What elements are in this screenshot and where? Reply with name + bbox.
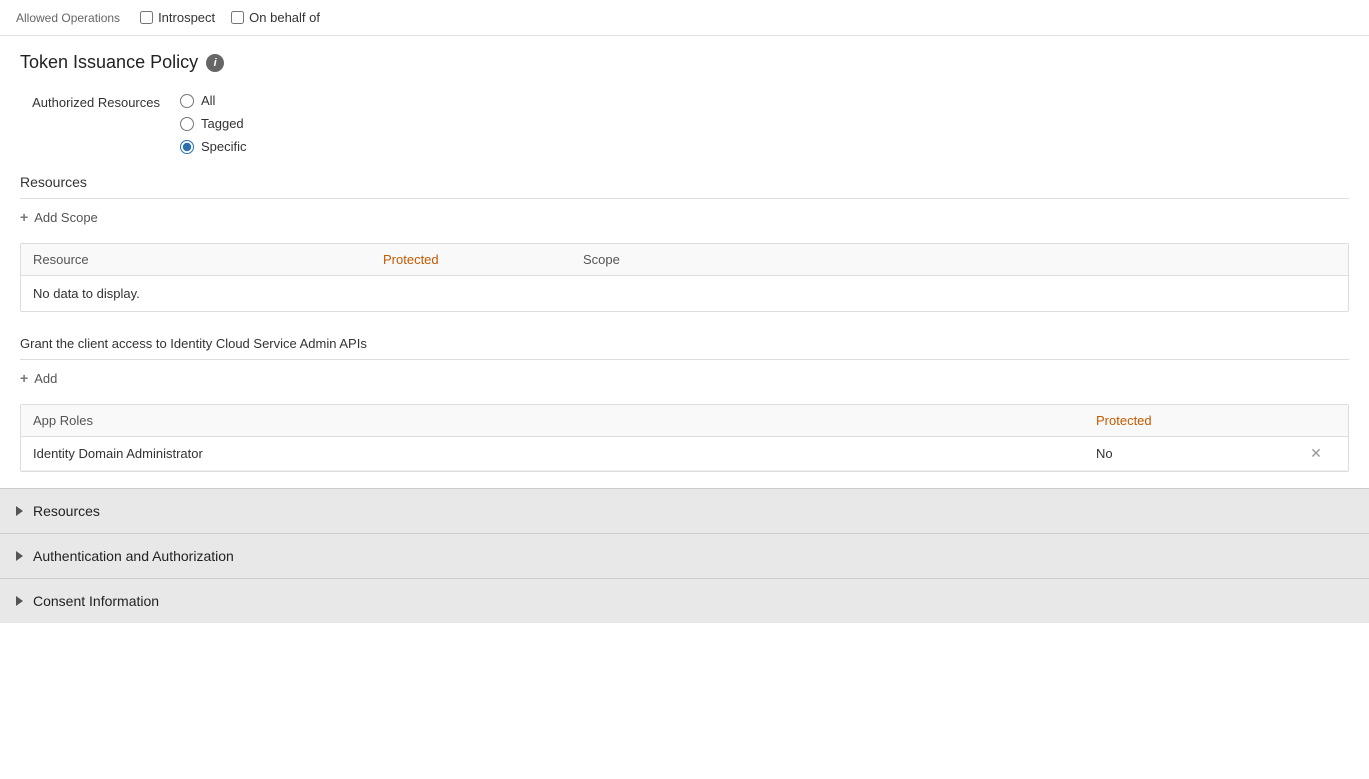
on-behalf-of-checkbox-item[interactable]: On behalf of bbox=[231, 10, 320, 25]
resources-table-header: Resource Protected Scope bbox=[21, 244, 1348, 276]
add-scope-plus-icon: + bbox=[20, 209, 28, 225]
main-content: Token Issuance Policy i Authorized Resou… bbox=[0, 36, 1369, 488]
collapsible-authentication-label: Authentication and Authorization bbox=[33, 548, 234, 564]
resources-section: Resources + Add Scope Resource Protected… bbox=[20, 174, 1349, 312]
collapsible-consent-header[interactable]: Consent Information bbox=[0, 579, 1369, 623]
protected-col-header: Protected bbox=[383, 252, 583, 267]
resource-col-header: Resource bbox=[33, 252, 383, 267]
chevron-consent-icon bbox=[16, 596, 23, 606]
token-issuance-policy-title-row: Token Issuance Policy i bbox=[20, 52, 1349, 73]
add-scope-label: Add Scope bbox=[34, 210, 98, 225]
scope-col-header: Scope bbox=[583, 252, 1336, 267]
add-button[interactable]: + Add bbox=[20, 360, 1349, 396]
introspect-checkbox[interactable] bbox=[140, 11, 153, 24]
radio-all-input[interactable] bbox=[180, 94, 194, 108]
authorized-resources-label: Authorized Resources bbox=[20, 93, 160, 110]
app-roles-protected-col-header: Protected bbox=[1096, 413, 1296, 428]
authorized-resources-radio-group: All Tagged Specific bbox=[180, 93, 247, 154]
radio-tagged-input[interactable] bbox=[180, 117, 194, 131]
app-roles-col-header: App Roles bbox=[33, 413, 1096, 428]
collapsible-resources: Resources bbox=[0, 488, 1369, 533]
add-label: Add bbox=[34, 371, 57, 386]
on-behalf-of-label: On behalf of bbox=[249, 10, 320, 25]
radio-specific[interactable]: Specific bbox=[180, 139, 247, 154]
app-roles-table: App Roles Protected Identity Domain Admi… bbox=[20, 404, 1349, 472]
info-icon[interactable]: i bbox=[206, 54, 224, 72]
app-roles-action-col-header bbox=[1296, 413, 1336, 428]
on-behalf-of-checkbox[interactable] bbox=[231, 11, 244, 24]
collapsible-authentication: Authentication and Authorization bbox=[0, 533, 1369, 578]
app-roles-table-header: App Roles Protected bbox=[21, 405, 1348, 437]
collapsible-resources-label: Resources bbox=[33, 503, 100, 519]
top-bar: Allowed Operations Introspect On behalf … bbox=[0, 0, 1369, 36]
collapsible-consent-label: Consent Information bbox=[33, 593, 159, 609]
add-plus-icon: + bbox=[20, 370, 28, 386]
token-issuance-policy-title: Token Issuance Policy bbox=[20, 52, 198, 73]
radio-all[interactable]: All bbox=[180, 93, 247, 108]
app-role-name: Identity Domain Administrator bbox=[33, 446, 1096, 461]
resources-heading: Resources bbox=[20, 174, 1349, 190]
chevron-resources-icon bbox=[16, 506, 23, 516]
radio-all-label: All bbox=[201, 93, 215, 108]
bottom-sections: Resources Authentication and Authorizati… bbox=[0, 488, 1369, 623]
grant-section: Grant the client access to Identity Clou… bbox=[20, 336, 1349, 472]
grant-title: Grant the client access to Identity Clou… bbox=[20, 336, 1349, 351]
app-role-protected: No bbox=[1096, 446, 1296, 461]
remove-row-button[interactable]: ✕ bbox=[1296, 445, 1336, 462]
radio-tagged[interactable]: Tagged bbox=[180, 116, 247, 131]
operations-checkboxes: Introspect On behalf of bbox=[140, 10, 320, 25]
radio-tagged-label: Tagged bbox=[201, 116, 244, 131]
no-data-text: No data to display. bbox=[21, 276, 1348, 311]
table-row: Identity Domain Administrator No ✕ bbox=[21, 437, 1348, 471]
add-scope-button[interactable]: + Add Scope bbox=[20, 199, 1349, 235]
collapsible-resources-header[interactable]: Resources bbox=[0, 489, 1369, 533]
chevron-authentication-icon bbox=[16, 551, 23, 561]
introspect-checkbox-item[interactable]: Introspect bbox=[140, 10, 215, 25]
collapsible-authentication-header[interactable]: Authentication and Authorization bbox=[0, 534, 1369, 578]
authorized-resources-row: Authorized Resources All Tagged Specific bbox=[20, 93, 1349, 154]
resources-table: Resource Protected Scope No data to disp… bbox=[20, 243, 1349, 312]
allowed-operations-label: Allowed Operations bbox=[16, 11, 120, 25]
collapsible-consent: Consent Information bbox=[0, 578, 1369, 623]
introspect-label: Introspect bbox=[158, 10, 215, 25]
radio-specific-input[interactable] bbox=[180, 140, 194, 154]
radio-specific-label: Specific bbox=[201, 139, 247, 154]
